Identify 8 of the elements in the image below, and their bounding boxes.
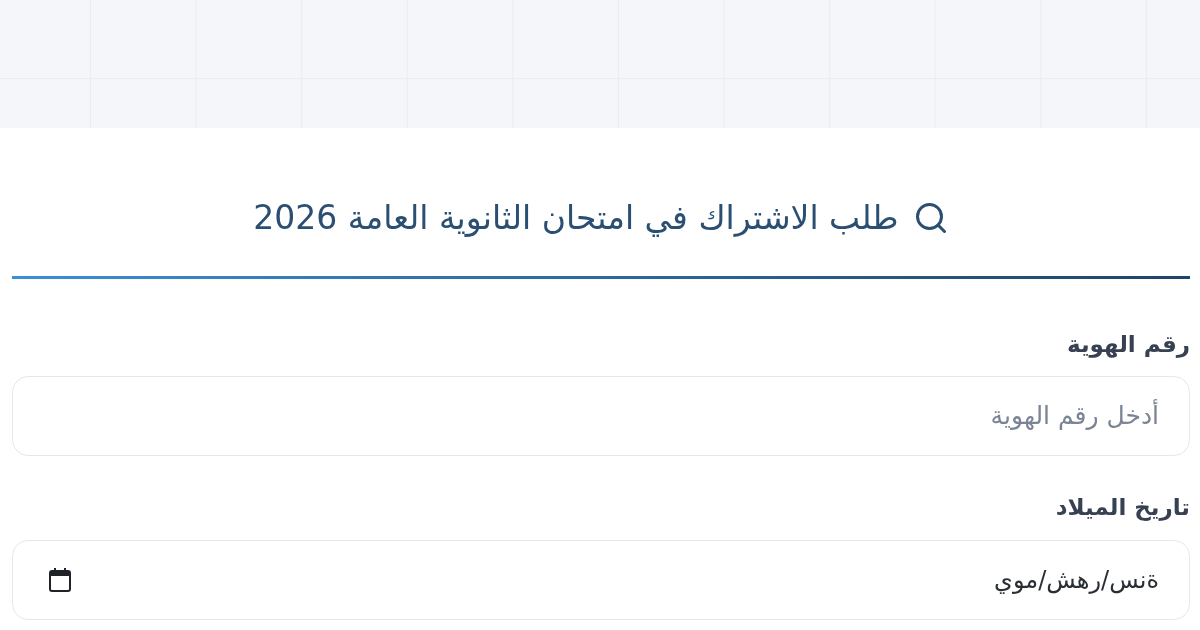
date-input-field[interactable]: ةنس/رهش/موي [12,540,1190,620]
placeholder-text: أدخل رقم الهوية [990,400,1159,432]
date-format-text: ةنس/رهش/موي [994,565,1159,596]
form-title: طلب الاشتراك في امتحان الثانوية العامة 2026 [253,198,899,238]
field-label: رقم الهوية [1065,330,1190,359]
id-input-field[interactable]: أدخل رقم الهوية [12,376,1190,456]
calendar-icon[interactable] [49,568,71,592]
field-label: تاريخ الميلاد [1054,493,1190,522]
